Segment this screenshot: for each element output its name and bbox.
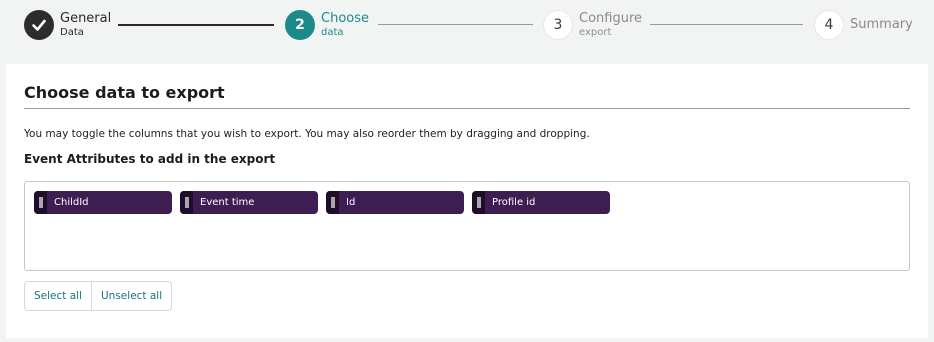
drag-handle-icon[interactable]	[472, 191, 485, 214]
card-description: You may toggle the columns that you wish…	[24, 128, 590, 140]
chip-label: Profile id	[492, 197, 536, 208]
drag-handle-icon[interactable]	[326, 191, 339, 214]
step-title: General	[60, 11, 112, 26]
step-connector	[378, 24, 533, 25]
attribute-chip[interactable]: Id	[326, 191, 464, 214]
check-icon	[24, 10, 54, 40]
step-title: Summary	[850, 17, 913, 32]
step-subtitle: data	[321, 27, 344, 38]
drag-handle-icon[interactable]	[180, 191, 193, 214]
step-general[interactable]: General Data	[24, 10, 111, 40]
chip-label: Id	[346, 197, 356, 208]
step-number: 3	[543, 10, 573, 40]
card-title: Choose data to export	[24, 83, 225, 102]
select-all-button[interactable]: Select all	[25, 282, 91, 310]
attribute-chip[interactable]: Event time	[180, 191, 318, 214]
chip-label: Event time	[200, 197, 255, 208]
unselect-all-button[interactable]: Unselect all	[91, 282, 171, 310]
attribute-chip[interactable]: Profile id	[472, 191, 610, 214]
export-card: Choose data to export You may toggle the…	[6, 64, 928, 338]
attribute-chip[interactable]: ChildId	[34, 191, 172, 214]
step-summary[interactable]: 4 Summary	[814, 10, 913, 40]
drag-handle-icon[interactable]	[34, 191, 47, 214]
step-number: 4	[814, 10, 844, 40]
chip-label: ChildId	[54, 197, 89, 208]
step-subtitle: export	[579, 27, 612, 38]
stepper: General Data 2 Choose data 3 Configure e…	[0, 0, 934, 50]
event-attributes-heading: Event Attributes to add in the export	[24, 152, 276, 166]
selection-button-group: Select all Unselect all	[24, 281, 173, 311]
step-subtitle: Data	[60, 27, 84, 38]
step-connector	[650, 24, 803, 25]
step-connector	[118, 24, 274, 26]
step-choose-data[interactable]: 2 Choose data	[285, 10, 369, 40]
step-number: 2	[285, 10, 315, 40]
step-title: Choose	[321, 11, 369, 26]
attribute-chip-list: ChildId Event time Id Profile id	[24, 181, 910, 271]
step-configure[interactable]: 3 Configure export	[543, 10, 642, 40]
divider	[24, 108, 910, 109]
step-title: Configure	[579, 11, 643, 26]
